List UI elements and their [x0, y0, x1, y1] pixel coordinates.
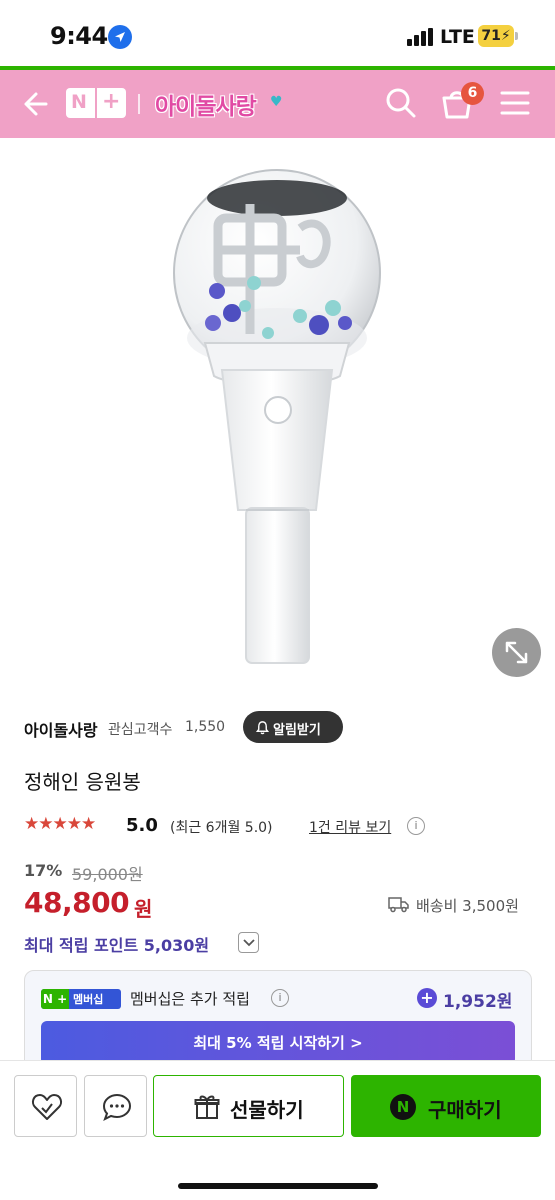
review-info-icon[interactable]: i: [407, 817, 425, 835]
gift-icon: [194, 1095, 220, 1119]
hamburger-menu-icon[interactable]: [500, 90, 530, 120]
bell-plus-icon: [255, 721, 270, 735]
home-indicator: [178, 1183, 378, 1189]
rating-stars: ★★★★★: [24, 814, 96, 834]
chevron-down-icon: [243, 939, 255, 947]
store-header: N + 아이돌사랑 ♥ 6: [0, 70, 555, 138]
gift-button[interactable]: 선물하기: [153, 1075, 344, 1137]
nplus-separator: [95, 88, 97, 118]
expand-arrows-icon: [505, 641, 528, 664]
review-link[interactable]: 1건 리뷰 보기: [309, 817, 391, 837]
expand-image-button[interactable]: [492, 628, 541, 677]
store-brand-logo[interactable]: 아이돌사랑: [155, 87, 257, 121]
recent-rating: (최근 6개월 5.0): [170, 820, 273, 836]
membership-text: 멤버십은 추가 적립: [130, 990, 250, 1008]
product-title: 정해인 응원봉: [24, 770, 141, 794]
heart-outline-icon: [31, 1094, 63, 1120]
network-type: LTE: [440, 26, 475, 48]
chat-button[interactable]: [84, 1075, 147, 1137]
naver-pay-icon: N: [390, 1094, 416, 1120]
nplus-plus: +: [102, 89, 121, 114]
battery-level: 71: [481, 28, 501, 44]
membership-info-icon[interactable]: i: [271, 989, 289, 1007]
delivery-truck-icon: [388, 895, 410, 917]
price-unit: 원: [134, 897, 153, 921]
alert-label: 알림받기: [273, 723, 321, 738]
rating-value: 5.0: [126, 815, 158, 836]
membership-amount: 1,952원: [443, 992, 513, 1012]
battery-icon: 71⚡: [478, 25, 514, 47]
membership-start-button[interactable]: 최대 5% 적립 시작하기 >: [41, 1021, 515, 1065]
search-icon[interactable]: [385, 87, 417, 123]
nplus-n: N: [71, 91, 87, 113]
max-points: 최대 적립 포인트 5,030원: [24, 936, 210, 955]
points-expand-button[interactable]: [238, 932, 259, 953]
naver-plus-logo[interactable]: N +: [66, 88, 126, 118]
membership-badge: N + 멤버십: [41, 989, 121, 1009]
wishlist-button[interactable]: [14, 1075, 77, 1137]
location-arrow-icon: [108, 25, 132, 49]
badge-n: N +: [41, 989, 69, 1009]
cellular-signal-icon: [407, 28, 435, 50]
cart-count-badge: 6: [461, 82, 484, 105]
discount-rate: 17%: [24, 861, 63, 880]
membership-card: N + 멤버십 멤버십은 추가 적립 i + 1,952원 최대 5% 적립 시…: [24, 970, 532, 1070]
watchers-label: 관심고객수: [108, 722, 173, 738]
watchers-count: 1,550: [185, 719, 226, 735]
back-arrow-icon[interactable]: [20, 90, 48, 122]
gift-label: 선물하기: [230, 1098, 304, 1122]
product-page: 9:44 LTE 71⚡ N + 아이돌사랑 ♥ 6 아이돌사랑 관심고객수 1…: [0, 0, 555, 1200]
chat-bubble-icon: [102, 1093, 132, 1122]
seller-name[interactable]: 아이돌사랑: [24, 717, 98, 741]
battery-tip: [515, 32, 518, 40]
status-bar: 9:44 LTE 71⚡: [0, 0, 555, 68]
buy-label: 구매하기: [428, 1098, 502, 1122]
card-notch: [69, 971, 89, 980]
bottom-action-bar: 선물하기 N 구매하기: [0, 1060, 555, 1200]
shipping-fee: 배송비 3,500원: [416, 897, 519, 915]
badge-label: 멤버십: [73, 993, 104, 1006]
status-time: 9:44: [50, 22, 108, 50]
subscribe-alert-button[interactable]: 알림받기: [243, 711, 343, 743]
original-price: 59,000원: [72, 865, 143, 884]
product-image[interactable]: [0, 138, 555, 695]
lightstick-illustration: [173, 169, 381, 664]
sale-price: 48,800: [24, 886, 130, 919]
heart-icon: ♥: [270, 94, 283, 110]
plus-circle-icon: +: [417, 988, 437, 1008]
buy-button[interactable]: N 구매하기: [351, 1075, 541, 1137]
header-divider: [138, 94, 140, 114]
